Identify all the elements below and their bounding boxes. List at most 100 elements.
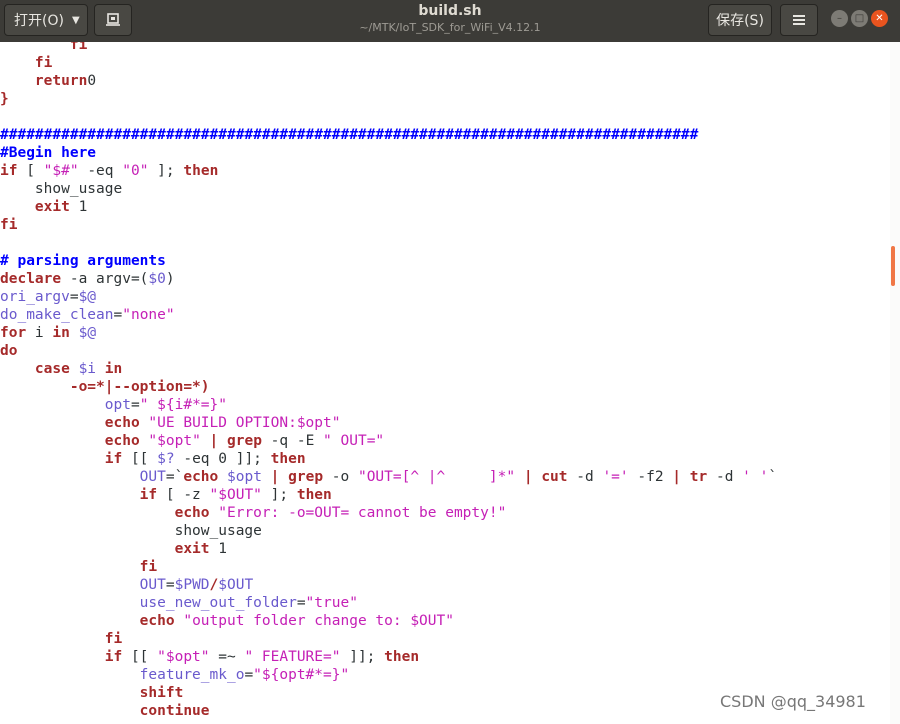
hamburger-menu-icon [793,15,805,25]
code-token: -o [323,469,358,485]
code-token: | [672,469,682,485]
code-line: opt=" ${i#*=}" [0,396,777,414]
code-token: -a argv=( [61,271,149,287]
code-line: show_usage [0,522,777,540]
code-token: $@ [78,325,97,341]
code-token: in [104,361,123,377]
code-token: in [52,325,70,341]
code-line: OUT=`echo $opt | grep -o "OUT=[^ |^ ]*" … [0,468,777,486]
code-line: -o=*|--option=*) [0,378,777,396]
code-token: echo [0,505,210,521]
code-line: use_new_out_folder="true" [0,594,777,612]
code-token: if [0,487,158,503]
pin-button[interactable] [94,4,132,36]
code-token: if [0,649,123,665]
code-token: = [69,289,79,305]
code-line: return0 [0,72,777,90]
code-token: ########################################… [0,127,699,143]
code-token: declare [0,271,62,287]
code-line: ########################################… [0,126,777,144]
code-line: ori_argv=$@ [0,288,777,306]
code-line: if [ -z "$OUT" ]; then [0,486,777,504]
scrollbar[interactable] [890,42,900,724]
code-token: "${opt#*=}" [253,667,350,683]
code-line: #Begin here [0,144,777,162]
scrollbar-thumb[interactable] [891,246,895,286]
header-bar: 打开(O) ▼ build.sh ~/MTK/IoT_SDK_for_WiFi_… [0,0,900,42]
code-token: "none" [122,307,175,323]
code-token: -d [707,469,743,485]
code-token: use_new_out_folder [0,595,297,611]
code-token: "$#" [43,163,79,179]
code-editor[interactable]: fi fi return0} ##########################… [0,42,890,724]
code-token: #Begin here [0,145,97,161]
code-token: exit [0,541,210,557]
code-token: fi [0,42,88,53]
code-token: for [0,325,27,341]
code-token: exit [0,199,70,215]
window-subtitle: ~/MTK/IoT_SDK_for_WiFi_V4.12.1 [359,21,541,34]
code-token: " ${i#*=}" [139,397,227,413]
code-token: do [0,343,18,359]
code-token: "$opt" [148,433,201,449]
code-line: exit 1 [0,540,777,558]
code-token: ]]; [340,649,385,665]
code-token: ]; [261,487,297,503]
code-line: fi [0,42,777,54]
code-token: "OUT=[^ |^ ]*" [357,469,516,485]
code-token: then [384,649,420,665]
code-token: echo [183,469,219,485]
code-line: echo "$opt" | grep -q -E " OUT=" [0,432,777,450]
code-token: ) [165,271,175,287]
code-token: "true" [305,595,358,611]
code-token: if [0,163,18,179]
code-token: " OUT=" [323,433,385,449]
code-token: "Error: -o=OUT= cannot be empty!" [218,505,507,521]
chevron-down-icon: ▼ [71,14,80,26]
code-line: echo "UE BUILD OPTION:$opt" [0,414,777,432]
code-token: ]; [148,163,184,179]
maximize-icon[interactable]: □ [851,10,868,27]
code-token: do_make_clean [0,307,114,323]
code-line: feature_mk_o="${opt#*=}" [0,666,777,684]
minimize-icon[interactable]: – [831,10,848,27]
code-token: -q -E [261,433,324,449]
close-icon[interactable]: ✕ [871,10,888,27]
code-token: } [0,91,9,107]
code-token: 0 [87,73,97,89]
code-token: [ [17,163,44,179]
window-title: build.sh [418,3,482,19]
open-button[interactable]: 打开(O) ▼ [4,4,88,36]
code-text[interactable]: fi fi return0} ##########################… [0,42,777,720]
code-token: cut [541,469,568,485]
save-button-label: 保存(S) [716,13,764,29]
code-token: / [209,577,219,593]
code-line: if [[ "$opt" =~ " FEATURE=" ]]; then [0,648,777,666]
code-token: fi [0,217,18,233]
code-token: grep [288,469,324,485]
code-token: $0 [148,271,166,287]
menu-button[interactable] [780,4,818,36]
watermark: CSDN @qq_34981 [720,692,866,711]
code-token: 1 [209,541,227,557]
code-token: $@ [78,289,97,305]
code-token: "UE BUILD OPTION:$opt" [148,415,341,431]
code-token: = [113,307,123,323]
code-token: =` [165,469,184,485]
code-line: do_make_clean="none" [0,306,777,324]
save-button[interactable]: 保存(S) [708,4,772,36]
code-token: ' ' [742,469,769,485]
code-token: opt [0,397,131,413]
code-token: then [296,487,332,503]
